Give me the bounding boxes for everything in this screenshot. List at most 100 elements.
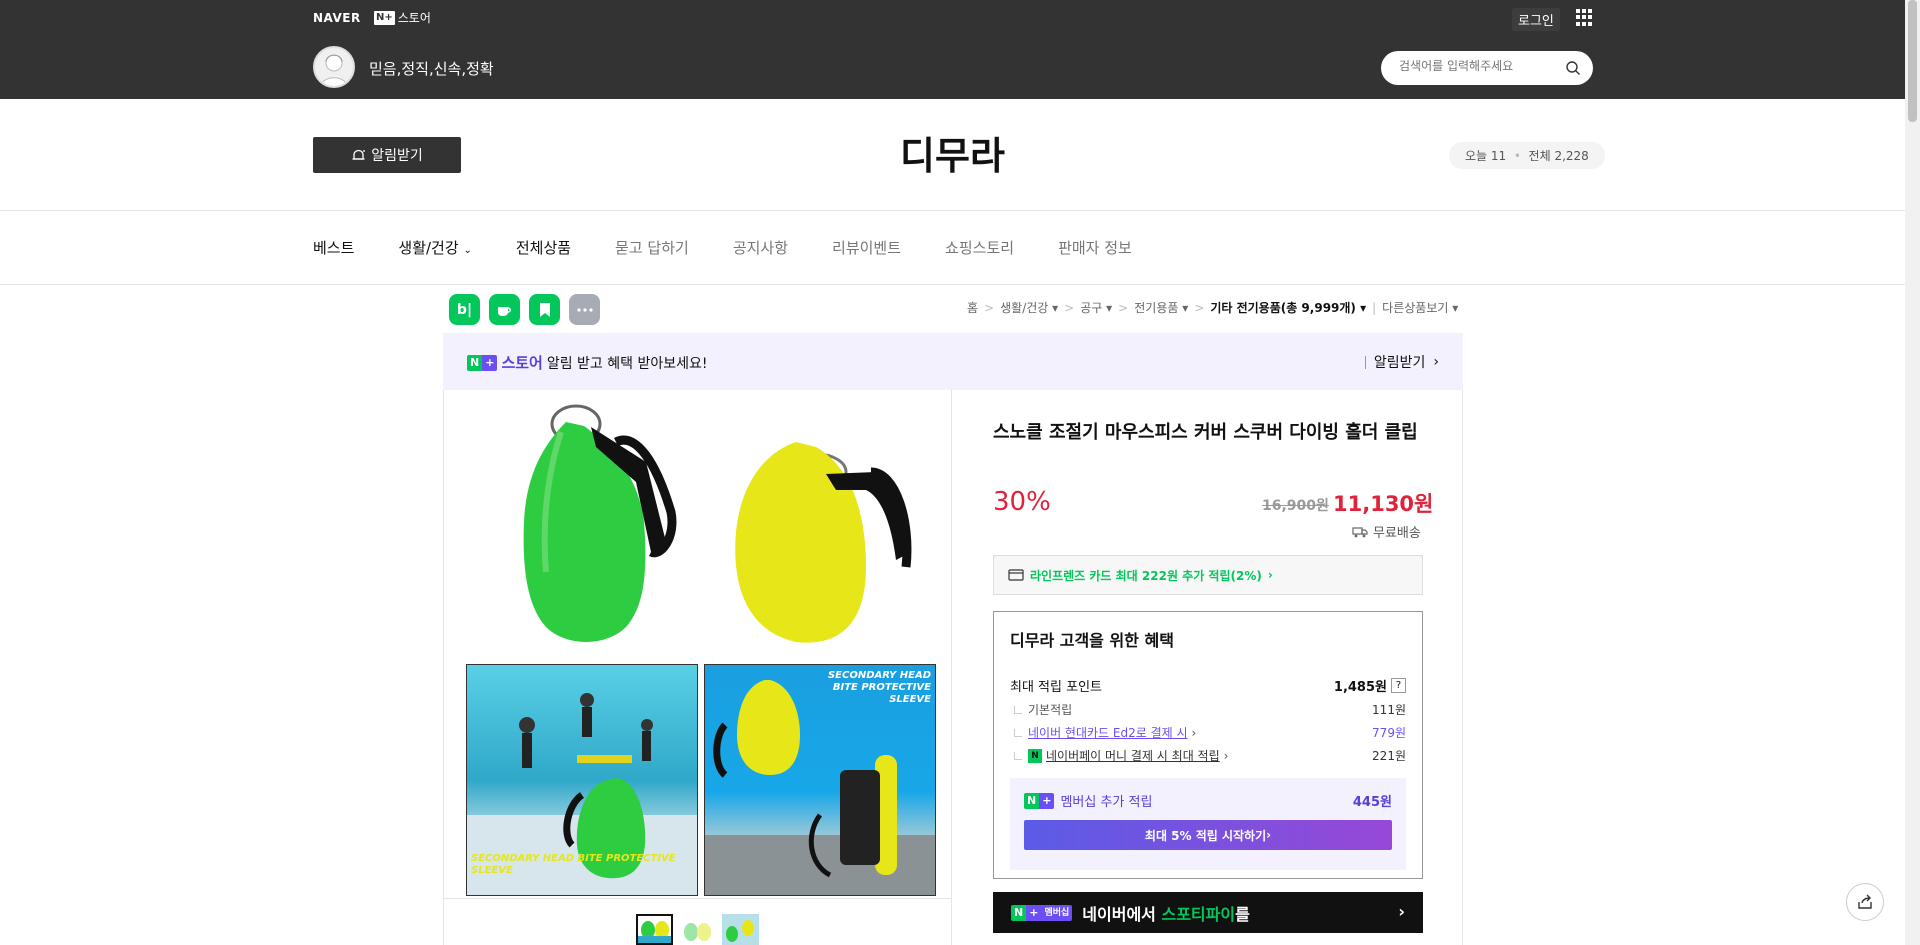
membership-value: 445원 [1352,795,1392,810]
nav-item-review-event[interactable]: 리뷰이벤트 [832,237,901,258]
chevron-right-icon: › [1267,568,1273,582]
nav-item-seller-info[interactable]: 판매자 정보 [1058,237,1132,258]
nstore-badge: N+ [374,10,395,25]
store-alarm-banner[interactable]: N + 스토어 알림 받고 혜택 받아보세요! 알림받기 › [443,333,1463,390]
banner-alarm-label: 알림받기 [1373,355,1426,371]
breadcrumb-current[interactable]: 기타 전기용품(총 9,999개) ▾ [1210,299,1366,316]
store-avatar[interactable] [313,46,355,88]
basic-points-label: 기본적립 [1028,703,1073,717]
banner-text: N + 스토어 알림 받고 혜택 받아보세요! [467,352,708,373]
original-price: 16,900원 [1262,498,1329,514]
thumbnail-1[interactable] [636,914,673,945]
spotify-text-prefix: 네이버에서 [1082,904,1156,924]
nstore-label: 스토어 [397,11,431,25]
breadcrumb-current-label: 기타 전기용품(총 9,999개) [1210,301,1356,315]
bookmark-icon [539,302,550,317]
truck-icon [1352,526,1368,537]
card-benefit-link[interactable]: 라인프렌즈 카드 최대 222원 추가 적립(2%) › [993,555,1423,595]
scrollbar-thumb[interactable] [1908,0,1917,122]
chevron-down-icon: ⌄ [463,245,472,256]
banner-alarm-link[interactable]: 알림받기 › [1364,352,1439,372]
pay-points-row: N 네이버페이 머니 결제 시 최대 적립 › 221원 [1010,747,1406,764]
nav-item-notice[interactable]: 공지사항 [733,237,788,258]
image-column-divider [951,390,952,945]
apps-grid-icon[interactable] [1576,9,1593,26]
breadcrumb: 홈 > 생활/건강 ▾ > 공구 ▾ > 전기용품 ▾ > 기타 전기용품(총 … [967,299,1459,316]
share-button[interactable] [1846,883,1884,921]
banner-message: 알림 받고 혜택 받아보세요! [546,355,708,372]
nav-item-living-health[interactable]: 생활/건강 ⌄ [398,237,471,258]
login-button[interactable]: 로그인 [1512,8,1560,31]
help-icon[interactable]: ? [1391,678,1406,693]
max-points-value: 1,485원 [1333,680,1387,695]
membership-badge-label: 멤버십 [1041,904,1073,921]
card-points-link[interactable]: 네이버 현대카드 Ed2로 결제 시 [1028,724,1188,741]
nplus-logo: N + [1024,792,1055,809]
card-icon [1008,569,1024,581]
product-detail-image-2[interactable]: SECONDARY HEAD BITE PROTECTIVE SLEEVE [704,664,936,896]
nplus-membership-badge: N + 멤버십 [1011,904,1073,921]
banner-brand: 스토어 [501,354,543,372]
more-share-button[interactable] [569,294,600,325]
product-main-image[interactable] [466,402,936,654]
more-icon [576,307,593,312]
nav-item-qna[interactable]: 묻고 답하기 [615,237,689,258]
search-icon[interactable] [1565,60,1581,76]
chevron-right-icon: › [1191,725,1197,740]
nav-item-all-products[interactable]: 전체상품 [516,237,571,258]
nstore-logo[interactable]: N+ 스토어 [374,9,431,26]
keep-share-button[interactable] [529,294,560,325]
product-title: 스노클 조절기 마우스피스 커버 스쿠버 다이빙 홀더 클립 [993,422,1418,443]
thumbnail-3[interactable] [722,914,759,945]
search-input[interactable] [1399,59,1559,73]
nav-divider-top [0,210,1905,211]
store-name[interactable]: 디무라 [0,125,1905,180]
cafe-share-button[interactable] [489,294,520,325]
visitor-count: 오늘 11 • 전체 2,228 [1449,142,1605,169]
share-icon [1858,894,1872,909]
breadcrumb-electric-label: 전기용품 [1134,301,1179,315]
product-detail-image-1[interactable]: SECONDARY HEAD BITE PROTECTIVE SLEEVE [466,664,698,896]
search-box[interactable] [1381,51,1593,85]
breadcrumb-tools-label: 공구 [1080,301,1103,315]
breadcrumb-home[interactable]: 홈 [967,299,978,316]
membership-start-label: 최대 5% 적립 시작하기 [1144,828,1267,843]
nav-divider-bottom [0,284,1905,285]
chevron-right-icon: › [1223,748,1229,763]
pay-points-link[interactable]: 네이버페이 머니 결제 시 최대 적립 [1046,747,1220,764]
spotify-membership-banner[interactable]: N + 멤버십 네이버에서 스포티파이를 › [993,892,1423,933]
breadcrumb-electric[interactable]: 전기용품 ▾ [1134,299,1188,316]
max-points-row: 최대 적립 포인트 1,485원 ? [1010,676,1406,695]
nav-item-shopping-story[interactable]: 쇼핑스토리 [945,237,1014,258]
chevron-right-icon: › [1266,828,1272,842]
spotify-text-highlight: 스포티파이 [1161,904,1236,924]
naver-logo[interactable]: NAVER [313,11,361,25]
sale-price: 11,130원 [1333,492,1434,516]
caption-1: SECONDARY HEAD BITE PROTECTIVE SLEEVE [471,853,676,876]
visitors-total: 전체 2,228 [1528,149,1589,163]
nplus-logo: N + [467,354,498,371]
cafe-icon [497,306,511,316]
other-products-link[interactable]: 다른상품보기 ▾ [1382,299,1458,316]
basic-points-row: 기본적립 111원 [1010,701,1406,718]
card-points-row: 네이버 현대카드 Ed2로 결제 시 › 779원 [1010,724,1406,741]
nav-item-living-health-label: 생활/건강 [398,239,459,257]
breadcrumb-living-health-label: 생활/건강 [1000,301,1049,315]
breadcrumb-tools[interactable]: 공구 ▾ [1080,299,1112,316]
social-share: b| [449,294,600,325]
caption-2: SECONDARY HEAD BITE PROTECTIVE SLEEVE [827,670,931,705]
store-slogan: 믿음,정직,신속,정확 [369,60,494,78]
spotify-text-suffix: 를 [1235,904,1250,924]
thumbnail-2[interactable] [679,914,716,945]
blog-icon: b| [456,301,473,318]
thumbs-divider [443,898,951,899]
blog-share-button[interactable]: b| [449,294,480,325]
nav-item-best[interactable]: 베스트 [313,237,354,258]
breadcrumb-living-health[interactable]: 생활/건강 ▾ [1000,299,1058,316]
chevron-right-icon: › [1433,354,1439,370]
page-scrollbar[interactable] [1905,0,1920,945]
delivery-info: 무료배송 [1352,522,1421,541]
npay-icon: N [1028,748,1042,763]
membership-start-button[interactable]: 최대 5% 적립 시작하기 › [1024,820,1392,850]
other-products-label: 다른상품보기 [1382,301,1449,315]
